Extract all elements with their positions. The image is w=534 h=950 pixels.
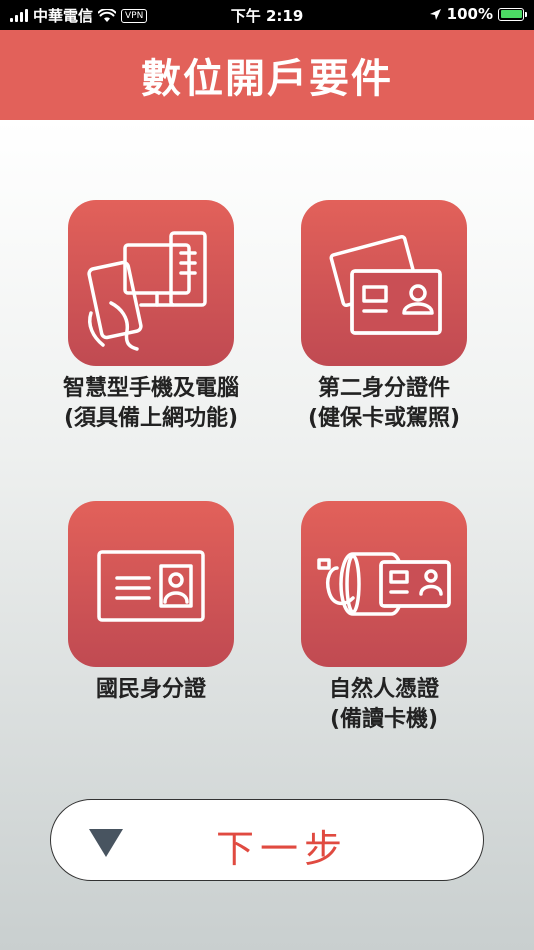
tile-label-line1: 自然人憑證 — [328, 677, 439, 702]
tile-label-line1: 第二身分證件 — [317, 376, 450, 401]
tile-label-line1: 智慧型手機及電腦 — [62, 376, 239, 401]
battery-percent: 100% — [446, 5, 493, 23]
phone-computer-icon — [68, 200, 234, 366]
tile-second-id: 第二身分證件 (健保卡或駕照) — [267, 200, 501, 434]
battery-icon — [498, 7, 527, 21]
tile-label-line2: (備讀卡機) — [329, 707, 439, 732]
next-step-button[interactable]: 下一步 — [50, 799, 484, 881]
tile-label-line1: 國民身分證 — [95, 677, 206, 702]
tile-national-id: 國民身分證 — [34, 501, 268, 705]
card-reader-icon — [301, 501, 467, 667]
tile-citizen-certificate: 自然人憑證 (備讀卡機) — [267, 501, 501, 735]
id-card-icon — [68, 501, 234, 667]
page-title: 數位開戶要件 — [141, 56, 393, 102]
tile-phone-computer: 智慧型手機及電腦 (須具備上網功能) — [34, 200, 268, 434]
location-arrow-icon — [429, 8, 441, 20]
tile-label-line2: (須具備上網功能) — [63, 406, 239, 431]
cards-icon — [301, 200, 467, 366]
main-content: 智慧型手機及電腦 (須具備上網功能) 第二身分證件 (健保卡或駕照) 國民身分證… — [0, 120, 534, 950]
page-header: 數位開戶要件 — [0, 30, 534, 120]
status-bar: 中華電信 VPN 下午 2:19 100% — [0, 0, 534, 30]
tile-label-line2: (健保卡或駕照) — [307, 406, 461, 431]
next-step-label: 下一步 — [215, 827, 348, 871]
